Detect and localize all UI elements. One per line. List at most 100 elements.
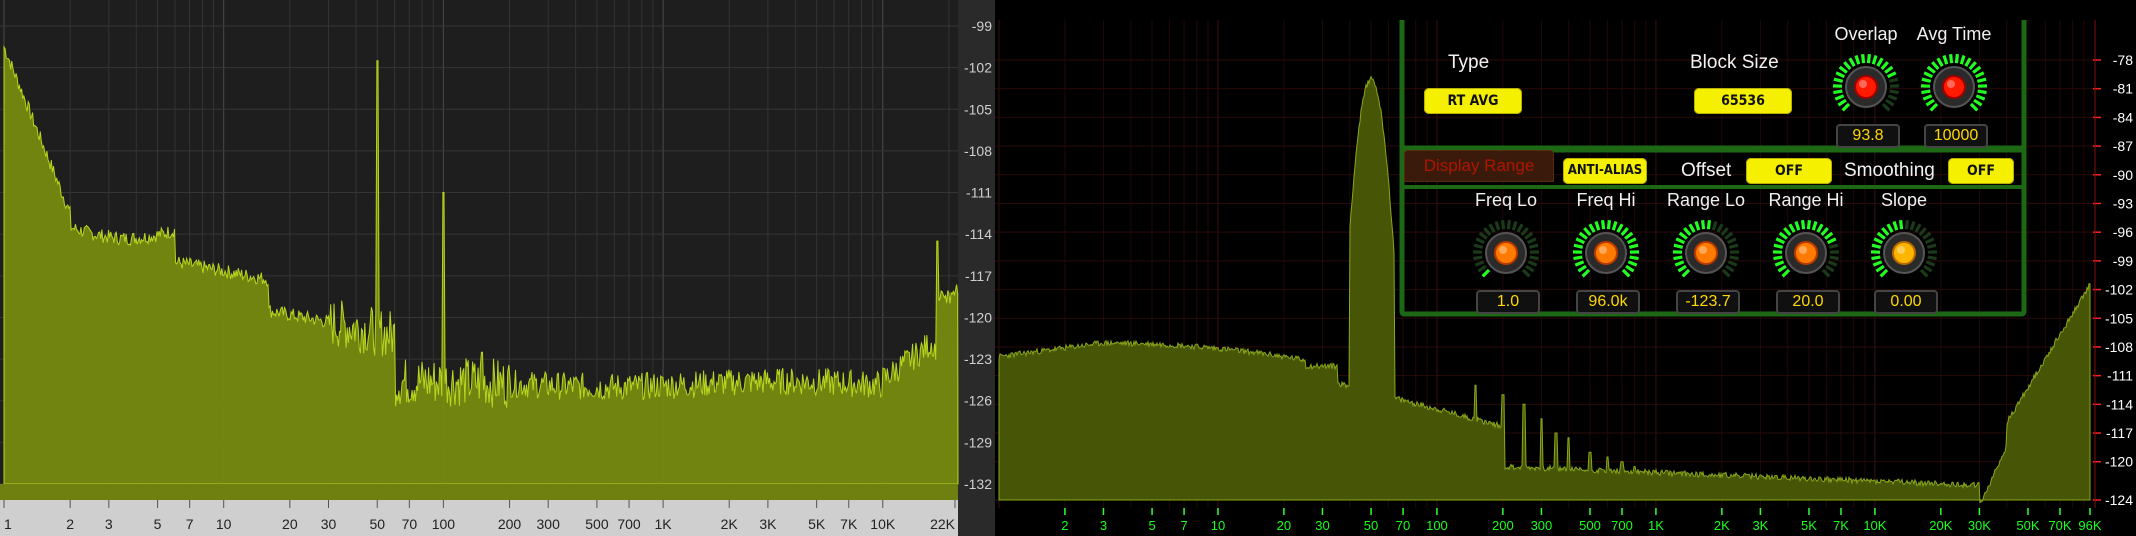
- right-x-tick-label: 2: [1061, 518, 1068, 533]
- right-y-tick-label: -114: [2106, 396, 2133, 412]
- left-x-tick-label: 10: [216, 516, 232, 532]
- knob-title: Overlap: [1834, 24, 1898, 44]
- right-x-tick-label: 7K: [1833, 518, 1849, 533]
- right-x-tick-label: 1K: [1648, 518, 1664, 533]
- right-x-tick-label: 100: [1426, 518, 1448, 533]
- knob-dial-icon[interactable]: [1471, 218, 1541, 288]
- right-x-tick-label: 30: [1315, 518, 1329, 533]
- right-x-tick-label: 3: [1100, 518, 1107, 533]
- left-y-tick-label: -129: [964, 434, 992, 450]
- left-x-tick-label: 3: [105, 516, 113, 532]
- right-x-tick-label: 30K: [1968, 518, 1991, 533]
- right-x-tick-label: 5K: [1801, 518, 1817, 533]
- smoothing-toggle[interactable]: OFF: [1948, 158, 2014, 184]
- left-x-tick-label: 22K: [930, 516, 956, 532]
- knob-title: Freq Lo: [1474, 190, 1538, 210]
- block-size-select[interactable]: 65536: [1694, 88, 1792, 114]
- left-y-tick-label: -105: [964, 101, 992, 117]
- right-x-tick-label: 20: [1277, 518, 1291, 533]
- right-x-tick-label: 70K: [2048, 518, 2071, 533]
- right-y-tick-label: -105: [2105, 310, 2133, 326]
- right-x-tick-label: 700: [1611, 518, 1633, 533]
- knob-dial-icon[interactable]: [1919, 52, 1989, 122]
- anti-alias-button[interactable]: ANTI-ALIAS: [1563, 158, 1647, 184]
- offset-toggle[interactable]: OFF: [1746, 158, 1832, 184]
- right-y-tick-label: -99: [2113, 253, 2133, 269]
- right-x-tick-label: 3K: [1752, 518, 1768, 533]
- type-label: Type: [1448, 52, 1490, 73]
- left-x-tick-label: 50: [369, 516, 385, 532]
- right-x-tick-label: 10K: [1863, 518, 1886, 533]
- knob-value[interactable]: 93.8: [1836, 124, 1900, 148]
- left-x-tick-label: 20: [282, 516, 298, 532]
- left-spectrum-analyzer: -99 -102 -105 -108 -111 -114 -117 -120 -123 -126 -…: [0, 0, 995, 536]
- knob-value[interactable]: 0.00: [1874, 290, 1938, 314]
- left-x-tick-label: 2: [66, 516, 74, 532]
- left-y-tick-label: -99: [972, 18, 992, 34]
- type-select[interactable]: RT AVG: [1424, 88, 1522, 114]
- right-x-tick-label: 50: [1364, 518, 1378, 533]
- left-spectrum-plot: -99 -102 -105 -108 -111 -114 -117 -120 -123 -126 -…: [0, 0, 995, 536]
- left-x-tick-label: 3K: [759, 516, 777, 532]
- left-x-tick-label: 5: [154, 516, 162, 532]
- right-spectrum-analyzer: -78 -81 -84 -87 -90 -93 -96 -99 -102 -105 -108 -111…: [995, 0, 2136, 536]
- knob-value[interactable]: 10000: [1924, 124, 1988, 148]
- right-y-tick-label: -117: [2106, 425, 2133, 441]
- tab-display-range[interactable]: Display Range: [1404, 150, 1554, 182]
- knob-value[interactable]: 20.0: [1776, 290, 1840, 314]
- left-x-tick-label: 200: [498, 516, 522, 532]
- right-x-tick-label: 5: [1148, 518, 1155, 533]
- left-y-tick-label: -123: [964, 351, 992, 367]
- knob-title: Range Lo: [1666, 190, 1746, 210]
- left-y-tick-label: -102: [964, 60, 992, 76]
- right-y-tick-label: -87: [2113, 138, 2133, 154]
- offset-label: Offset: [1681, 160, 1732, 181]
- right-y-tick-label: -84: [2113, 109, 2133, 125]
- right-y-tick-label: -124: [2105, 492, 2133, 508]
- left-x-tick-label: 1K: [655, 516, 673, 532]
- knob-title: Slope: [1880, 190, 1928, 210]
- knob-value[interactable]: -123.7: [1676, 290, 1740, 314]
- left-x-tick-label: 1: [4, 516, 12, 532]
- right-y-tick-label: -102: [2105, 282, 2133, 298]
- left-x-tick-label: 100: [432, 516, 456, 532]
- right-x-tick-label: 96K: [2078, 518, 2101, 533]
- block-size-label: Block Size: [1690, 52, 1779, 73]
- left-y-tick-label: -117: [965, 268, 992, 284]
- knob-dial-icon[interactable]: [1571, 218, 1641, 288]
- left-x-tick-label: 5K: [808, 516, 826, 532]
- right-y-tick-label: -108: [2105, 339, 2133, 355]
- left-x-tick-label: 70: [402, 516, 418, 532]
- knob-dial-icon[interactable]: [1671, 218, 1741, 288]
- knob-title: Freq Hi: [1576, 190, 1636, 210]
- left-y-tick-label: -108: [964, 143, 992, 159]
- right-y-tick-label: -96: [2113, 224, 2133, 240]
- knob-dial-icon[interactable]: [1831, 52, 1901, 122]
- smoothing-label: Smoothing: [1844, 160, 1935, 181]
- right-x-tick-label: 7: [1180, 518, 1187, 533]
- knob-value[interactable]: 96.0k: [1576, 290, 1640, 314]
- knob-value[interactable]: 1.0: [1476, 290, 1540, 314]
- left-x-tick-label: 10K: [870, 516, 896, 532]
- right-x-tick-label: 10: [1211, 518, 1225, 533]
- knob-dial-icon[interactable]: [1869, 218, 1939, 288]
- settings-panel: Type RT AVG Block Size 65536 Display Ran…: [1398, 20, 2028, 320]
- right-x-tick-label: 200: [1492, 518, 1514, 533]
- right-x-tick-label: 20K: [1929, 518, 1952, 533]
- knob-title: Range Hi: [1768, 190, 1844, 210]
- left-x-tick-label: 700: [617, 516, 641, 532]
- left-y-tick-label: -114: [965, 226, 992, 242]
- right-y-tick-label: -81: [2113, 81, 2133, 97]
- left-y-tick-label: -126: [964, 393, 992, 409]
- left-x-tick-label: 30: [321, 516, 337, 532]
- left-x-tick-label: 500: [585, 516, 609, 532]
- left-y-tick-label: -132: [964, 476, 992, 492]
- right-x-tick-label: 300: [1531, 518, 1553, 533]
- left-y-tick-label: -111: [966, 185, 992, 201]
- right-x-tick-label: 2K: [1714, 518, 1730, 533]
- right-y-tick-label: -93: [2113, 195, 2133, 211]
- right-y-tick-label: -120: [2105, 454, 2133, 470]
- knob-dial-icon[interactable]: [1771, 218, 1841, 288]
- right-y-tick-label: -111: [2107, 368, 2133, 384]
- right-x-tick-label: 500: [1579, 518, 1601, 533]
